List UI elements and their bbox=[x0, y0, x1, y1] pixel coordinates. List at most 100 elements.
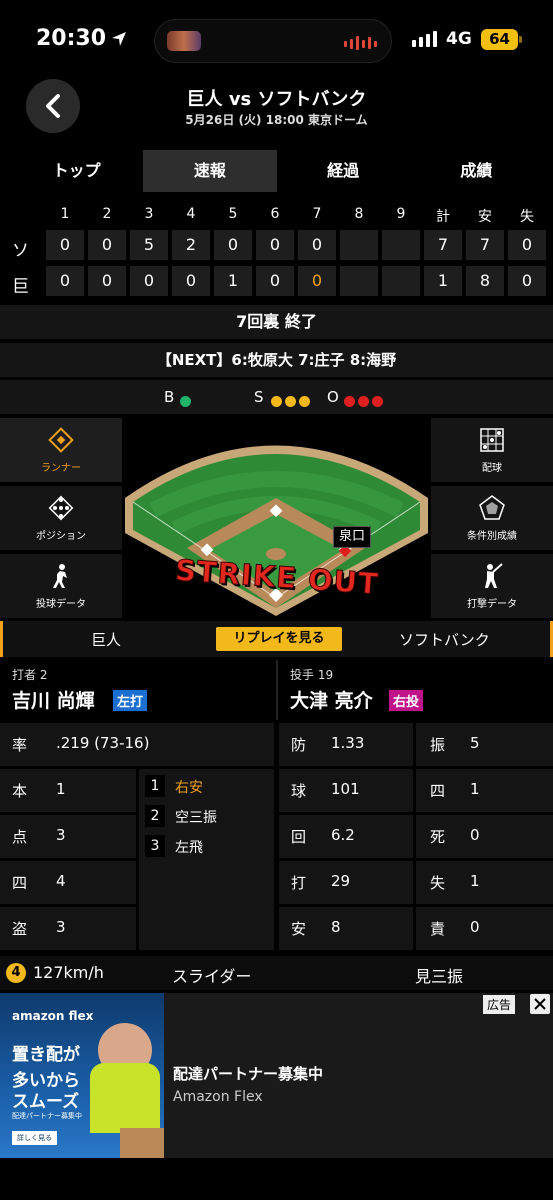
stat-value: 6.2 bbox=[331, 826, 355, 844]
inning-score-current: 0 bbox=[298, 266, 336, 296]
inning-score: 1 bbox=[214, 266, 252, 296]
battery-icon: 64 bbox=[481, 29, 518, 50]
pitcher-stat-row: 死 0 bbox=[416, 815, 553, 858]
matchup-title: 巨人 vs ソフトバンク bbox=[186, 89, 367, 110]
stat-value: 3 bbox=[56, 918, 66, 936]
ball-dot bbox=[180, 396, 191, 407]
pitching-data-button[interactable]: 投球データ bbox=[0, 554, 122, 618]
total-runs: 1 bbox=[424, 266, 462, 296]
strike-dot bbox=[271, 396, 282, 407]
stat-key: 死 bbox=[430, 828, 446, 846]
pitch-speed: 127km/h bbox=[33, 963, 104, 982]
team-abbrev: 巨 bbox=[12, 277, 29, 297]
stat-value: 8 bbox=[331, 918, 341, 936]
team-tab-home[interactable]: 巨人 bbox=[91, 629, 121, 650]
position-button[interactable]: ポジション bbox=[0, 486, 122, 550]
total-runs: 7 bbox=[424, 230, 462, 260]
stat-key: 四 bbox=[430, 782, 446, 800]
inning-status: 7回裏 終了 bbox=[0, 305, 553, 339]
strike-label: S bbox=[254, 388, 264, 406]
stat-value: 1 bbox=[470, 780, 480, 798]
inning-header: 7 bbox=[312, 206, 322, 222]
tab-live[interactable]: 速報 bbox=[143, 150, 277, 192]
scoreboard-row-away: ソ 0 0 5 2 0 0 0 7 7 0 bbox=[0, 230, 553, 264]
stat-key: 失 bbox=[430, 874, 446, 892]
inning-score: 0 bbox=[256, 266, 294, 296]
network-type: 4G bbox=[446, 29, 472, 49]
batting-data-button[interactable]: 打撃データ bbox=[431, 554, 553, 618]
ad-subtitle: Amazon Flex bbox=[173, 1089, 263, 1105]
pitch-result: 見三振 bbox=[415, 967, 464, 986]
out-lights bbox=[344, 392, 386, 411]
next-batters: 【NEXT】6:牧原大 7:庄子 8:海野 bbox=[0, 343, 553, 377]
pitching-data-label: 投球データ bbox=[36, 599, 86, 610]
inning-score: 0 bbox=[256, 230, 294, 260]
pitchers-mound bbox=[266, 548, 286, 560]
ball-lights bbox=[180, 392, 194, 411]
at-bat-result: 左飛 bbox=[175, 840, 203, 856]
split-stats-button[interactable]: 条件別成績 bbox=[431, 486, 553, 550]
stat-key: 安 bbox=[291, 920, 307, 938]
ball-strike-out-count: B S O bbox=[0, 380, 553, 414]
strike-zone-grid-icon bbox=[480, 428, 504, 452]
tab-progress[interactable]: 経過 bbox=[277, 150, 410, 192]
total-errors: 0 bbox=[508, 230, 546, 260]
team-switch-bar: 巨人 リプレイを見る ソフトバンク bbox=[0, 621, 553, 657]
stat-value: .219 (73-16) bbox=[56, 734, 150, 752]
team-tab-away[interactable]: ソフトバンク bbox=[399, 629, 490, 650]
inning-header: 4 bbox=[186, 206, 196, 222]
total-hits: 8 bbox=[466, 266, 504, 296]
batting-data-label: 打撃データ bbox=[467, 599, 517, 610]
advertisement-banner[interactable]: amazon flex 置き配が 多いから スムーズ 配達パートナー募集中 詳し… bbox=[0, 993, 553, 1158]
stat-key: 率 bbox=[12, 736, 28, 754]
batter-name[interactable]: 吉川 尚輝 bbox=[12, 686, 95, 713]
tab-stats[interactable]: 成績 bbox=[410, 150, 543, 192]
total-hits-header: 安 bbox=[478, 209, 492, 225]
ad-package bbox=[120, 1128, 164, 1158]
stat-value: 1 bbox=[56, 780, 66, 798]
strike-dot bbox=[285, 396, 296, 407]
total-errors-header: 失 bbox=[520, 209, 534, 225]
inning-score: 0 bbox=[88, 230, 126, 260]
pitch-location-button[interactable]: 配球 bbox=[431, 418, 553, 482]
stat-key: 回 bbox=[291, 828, 307, 846]
inning-score: 0 bbox=[130, 266, 168, 296]
at-bat-result: 空三振 bbox=[175, 810, 217, 826]
stat-value: 5 bbox=[470, 734, 480, 752]
total-errors: 0 bbox=[508, 266, 546, 296]
pitcher-label: 投手 19 bbox=[290, 668, 334, 682]
batter-stat-row: 四 4 bbox=[0, 861, 136, 904]
runner-button[interactable]: ランナー bbox=[0, 418, 122, 482]
inning-score: 0 bbox=[46, 266, 84, 296]
player-tag: 泉口 bbox=[333, 526, 372, 548]
ad-copy-line: 置き配が bbox=[12, 1045, 80, 1065]
stat-key: 振 bbox=[430, 736, 446, 754]
inning-score: 0 bbox=[172, 266, 210, 296]
location-arrow-icon bbox=[112, 32, 126, 46]
main-tabs: トップ 速報 経過 成績 bbox=[0, 150, 553, 192]
game-datetime-venue: 5月26日 (火) 18:00 東京ドーム bbox=[185, 113, 368, 127]
runner-label: ランナー bbox=[41, 463, 81, 474]
replay-button[interactable]: リプレイを見る bbox=[216, 627, 342, 651]
inning-header: 8 bbox=[354, 206, 364, 222]
batter-icon bbox=[485, 563, 503, 588]
tab-top[interactable]: トップ bbox=[10, 150, 143, 192]
stat-value: 3 bbox=[56, 826, 66, 844]
ad-title: 配達パートナー募集中 bbox=[173, 1065, 324, 1083]
batter-hand-badge: 左打 bbox=[113, 690, 148, 711]
out-dot bbox=[358, 396, 369, 407]
inning-score bbox=[382, 266, 420, 296]
out-label: O bbox=[327, 388, 339, 406]
position-dots-icon bbox=[48, 495, 74, 521]
pitcher-stat-row: 回 6.2 bbox=[279, 815, 413, 858]
diamond-runner-icon bbox=[48, 427, 74, 453]
inning-score bbox=[340, 266, 378, 296]
ad-cta-button[interactable]: 詳しく見る bbox=[12, 1131, 57, 1145]
at-bat-result: 右安 bbox=[175, 780, 203, 796]
ad-close-button[interactable] bbox=[530, 994, 550, 1014]
inning-score: 2 bbox=[172, 230, 210, 260]
stat-value: 101 bbox=[331, 780, 360, 798]
pitcher-stat-row: 振 5 bbox=[416, 723, 553, 766]
pitcher-name[interactable]: 大津 亮介 bbox=[290, 686, 373, 713]
dynamic-island[interactable] bbox=[154, 19, 392, 63]
